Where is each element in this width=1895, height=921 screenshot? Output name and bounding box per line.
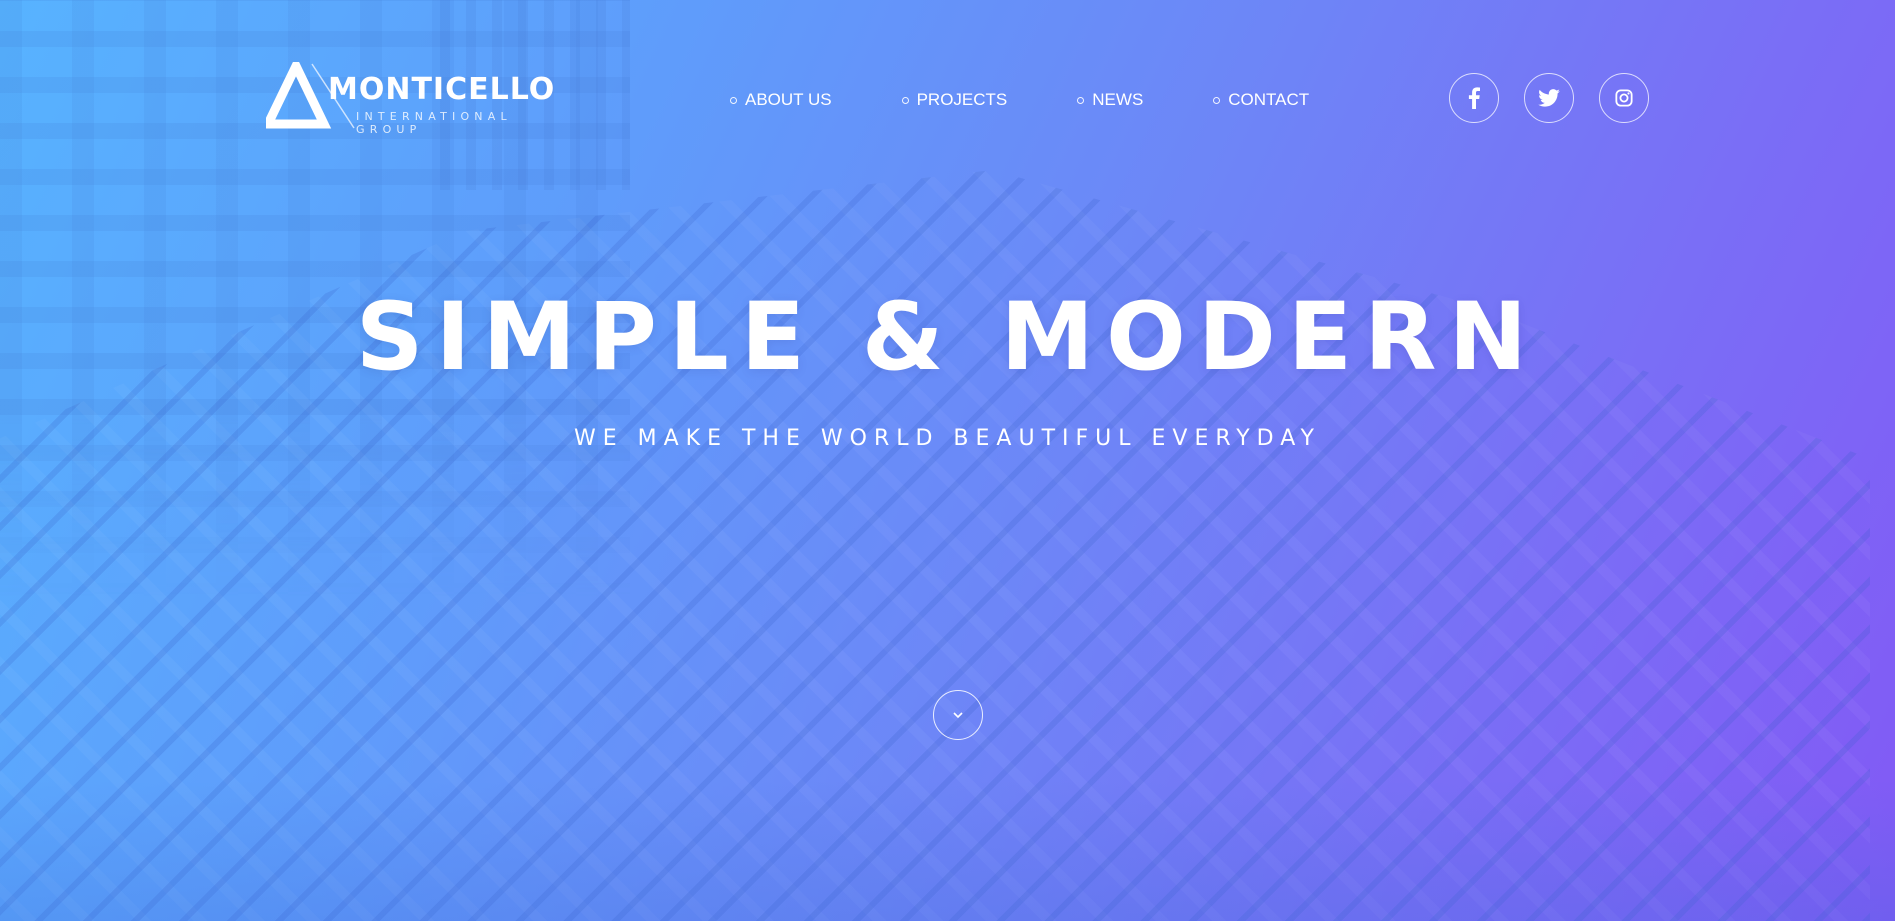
brand-name: MONTICELLO xyxy=(328,72,556,107)
nav-bullet-icon xyxy=(730,96,737,104)
facebook-button[interactable] xyxy=(1449,73,1499,123)
nav-item-news[interactable]: NEWS xyxy=(1077,90,1143,110)
chevron-down-icon xyxy=(953,712,963,719)
nav-item-contact[interactable]: CONTACT xyxy=(1213,90,1309,110)
facebook-icon xyxy=(1468,87,1480,109)
scroll-down-button[interactable] xyxy=(933,690,983,740)
main-nav: ABOUT US PROJECTS NEWS CONTACT xyxy=(730,90,1309,110)
nav-item-projects[interactable]: PROJECTS xyxy=(901,90,1008,110)
twitter-icon xyxy=(1538,89,1560,107)
twitter-button[interactable] xyxy=(1524,73,1574,123)
hero-subheadline: WE MAKE THE WORLD BEAUTIFUL EVERYDAY xyxy=(574,426,1321,451)
instagram-button[interactable] xyxy=(1599,73,1649,123)
nav-item-label: CONTACT xyxy=(1228,90,1310,109)
nav-bullet-icon xyxy=(901,96,909,104)
social-links xyxy=(1449,73,1649,123)
nav-item-label: PROJECTS xyxy=(916,90,1008,109)
background-street-image xyxy=(0,780,1895,921)
nav-item-label: ABOUT US xyxy=(745,90,832,109)
hero-section: MONTICELLO INTERNATIONAL GROUP ABOUT US … xyxy=(0,0,1895,921)
nav-bullet-icon xyxy=(1077,96,1085,104)
nav-item-about-us[interactable]: ABOUT US xyxy=(730,90,832,110)
nav-bullet-icon xyxy=(1213,96,1221,104)
brand-logo[interactable]: MONTICELLO INTERNATIONAL GROUP xyxy=(266,62,576,136)
brand-tagline: INTERNATIONAL GROUP xyxy=(356,110,512,136)
nav-item-label: NEWS xyxy=(1092,90,1144,109)
instagram-icon xyxy=(1615,89,1633,107)
hero-headline: SIMPLE & MODERN xyxy=(355,283,1540,392)
